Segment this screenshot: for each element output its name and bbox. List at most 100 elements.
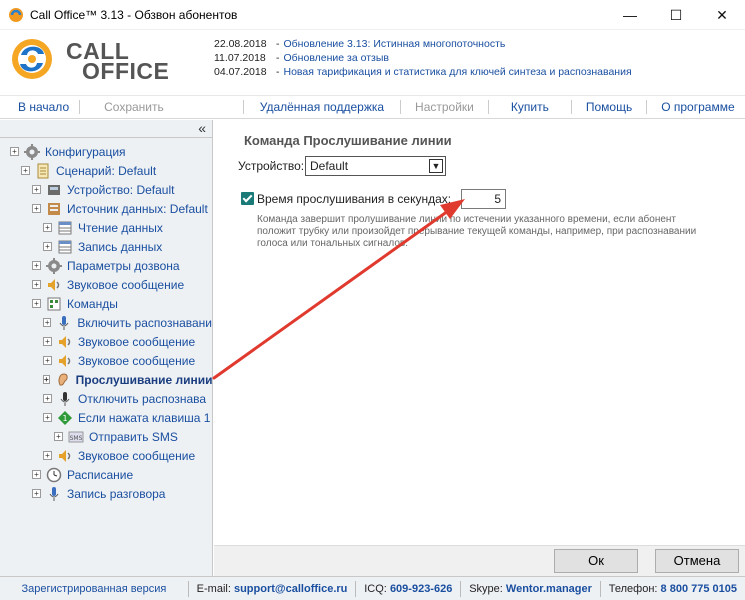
command-editor: Команда Прослушивание линии Устройство: … [214,120,745,545]
expand-icon[interactable]: + [43,242,52,251]
cancel-button[interactable]: Отмена [655,549,739,573]
ok-button[interactable]: Ок [554,549,638,573]
expand-icon[interactable]: + [43,451,52,460]
header: CALL OFFICE 22.08.2018 - Обновление 3.13… [0,30,745,88]
menu-help[interactable]: Помощь [572,100,646,114]
skype-value: Wentor.manager [505,582,592,595]
icq-label: ICQ: [364,582,387,595]
status-bar: Зарегистрированная версия E-mail: suppor… [0,576,745,600]
tree-item[interactable]: + Расписание [0,465,212,484]
tree-item-label: Звуковое сообщение [78,448,196,463]
tree-item-label: Конфигурация [45,144,126,159]
logo-line2: OFFICE [82,58,170,84]
expand-icon[interactable]: + [10,147,19,156]
expand-icon[interactable]: + [43,223,52,232]
expand-icon[interactable]: + [43,413,52,422]
expand-icon[interactable]: + [32,280,41,289]
calloffice-logo: CALL OFFICE [8,36,169,83]
commands-icon [46,296,62,312]
title-bar: Call Office™ 3.13 - Обзвон абонентов — ☐… [0,0,745,30]
speaker-icon [46,277,62,293]
tree-item[interactable]: + Звуковое сообщение [0,351,212,370]
tree-item[interactable]: + Запись данных [0,237,212,256]
table-icon [57,220,73,236]
expand-icon[interactable]: + [32,185,41,194]
news-link[interactable]: Обновление за отзыв [284,51,389,65]
expand-icon[interactable]: + [54,432,63,441]
expand-icon[interactable]: + [43,375,50,384]
tree-item[interactable]: + Отключить распознава [0,389,212,408]
close-button[interactable]: ✕ [699,0,745,30]
tree-item-label: Звуковое сообщение [78,334,196,349]
tree-item-label: Команды [67,296,118,311]
news-link[interactable]: Обновление 3.13: Истинная многопоточност… [284,37,506,51]
tree-item-label: Сценарий: Default [56,163,157,178]
tree-item[interactable]: + Звуковое сообщение [0,446,212,465]
tree-item[interactable]: + Конфигурация [0,142,212,161]
news-item: 11.07.2018 - Обновление за отзыв [214,51,389,65]
tree-item[interactable]: + Устройство: Default [0,180,212,199]
logo-icon [12,39,52,79]
svg-text:SMS: SMS [70,435,83,442]
phone-label: Телефон: [608,582,658,595]
expand-icon[interactable]: + [43,318,52,327]
window-title: Call Office™ 3.13 - Обзвон абонентов [30,7,238,22]
expand-icon[interactable]: + [32,470,41,479]
tree-item[interactable]: + Прослушивание линии [0,370,212,389]
dialog-buttons: Ок Отмена [214,545,745,576]
tree-item[interactable]: + Команды [0,294,212,313]
speaker-icon [57,334,73,350]
menu-buy[interactable]: Купить [489,100,571,114]
device-label: Устройство: [238,159,305,173]
device-icon [46,182,62,198]
menu-home[interactable]: В начало [0,100,79,114]
key-icon: 1 [57,410,73,426]
email-label: E-mail: [196,582,231,595]
tree-item-label: Чтение данных [78,220,163,235]
tree-item[interactable]: +1 Если нажата клавиша 1 [0,408,212,427]
expand-icon[interactable]: + [32,299,41,308]
config-tree: + Конфигурация + Сценарий: Default + Устройст… [0,138,212,503]
menu-save[interactable]: Сохранить [80,100,188,114]
speaker-icon [57,448,73,464]
menu-remote-support[interactable]: Удалённая поддержка [244,100,400,114]
tree-item[interactable]: + Звуковое сообщение [0,275,212,294]
expand-icon[interactable]: + [32,489,41,498]
tree-header: « [0,120,212,138]
listen-time-checkbox[interactable] [241,192,254,205]
device-select[interactable]: Default ▼ [305,156,446,176]
expand-icon[interactable]: + [32,204,41,213]
seconds-input[interactable]: 5 [461,189,506,209]
menu-settings[interactable]: Настройки [401,100,488,114]
expand-icon[interactable]: + [21,166,30,175]
maximize-button[interactable]: ☐ [653,0,699,30]
tree-item[interactable]: + Включить распознавани [0,313,212,332]
collapse-panel-icon[interactable]: « [198,120,206,136]
tree-item[interactable]: + Запись разговора [0,484,212,503]
config-tree-panel: « + Конфигурация + Сценарий: Default + Устрой… [0,120,213,576]
chevron-down-icon[interactable]: ▼ [429,159,443,173]
expand-icon[interactable]: + [43,337,52,346]
news-item: 22.08.2018 - Обновление 3.13: Истинная м… [214,37,506,51]
phone-value: 8 800 775 0105 [660,582,738,595]
menu-about[interactable]: О программе [647,100,744,114]
tree-item-label: Звуковое сообщение [67,277,185,292]
tree-item[interactable]: + Параметры дозвона [0,256,212,275]
app-icon [8,7,24,23]
expand-icon[interactable]: + [32,261,41,270]
email-link[interactable]: support@calloffice.ru [234,583,347,595]
icq-value: 609-923-626 [389,582,453,595]
expand-icon[interactable]: + [43,356,52,365]
tree-item[interactable]: + SMS Отправить SMS [0,427,212,446]
tree-item-label: Отключить распознава [78,391,207,406]
expand-icon[interactable]: + [43,394,52,403]
news-link[interactable]: Новая тарификация и статистика для ключе… [284,65,632,79]
tree-item[interactable]: + Чтение данных [0,218,212,237]
minimize-button[interactable]: — [607,0,653,30]
listen-time-label: Время прослушивания в секундах: [257,192,452,206]
tree-item[interactable]: + Источник данных: Default [0,199,212,218]
tree-item[interactable]: + Звуковое сообщение [0,332,212,351]
tree-item-label: Прослушивание линии [75,372,213,387]
tree-item[interactable]: + Сценарий: Default [0,161,212,180]
mic-icon [56,315,72,331]
